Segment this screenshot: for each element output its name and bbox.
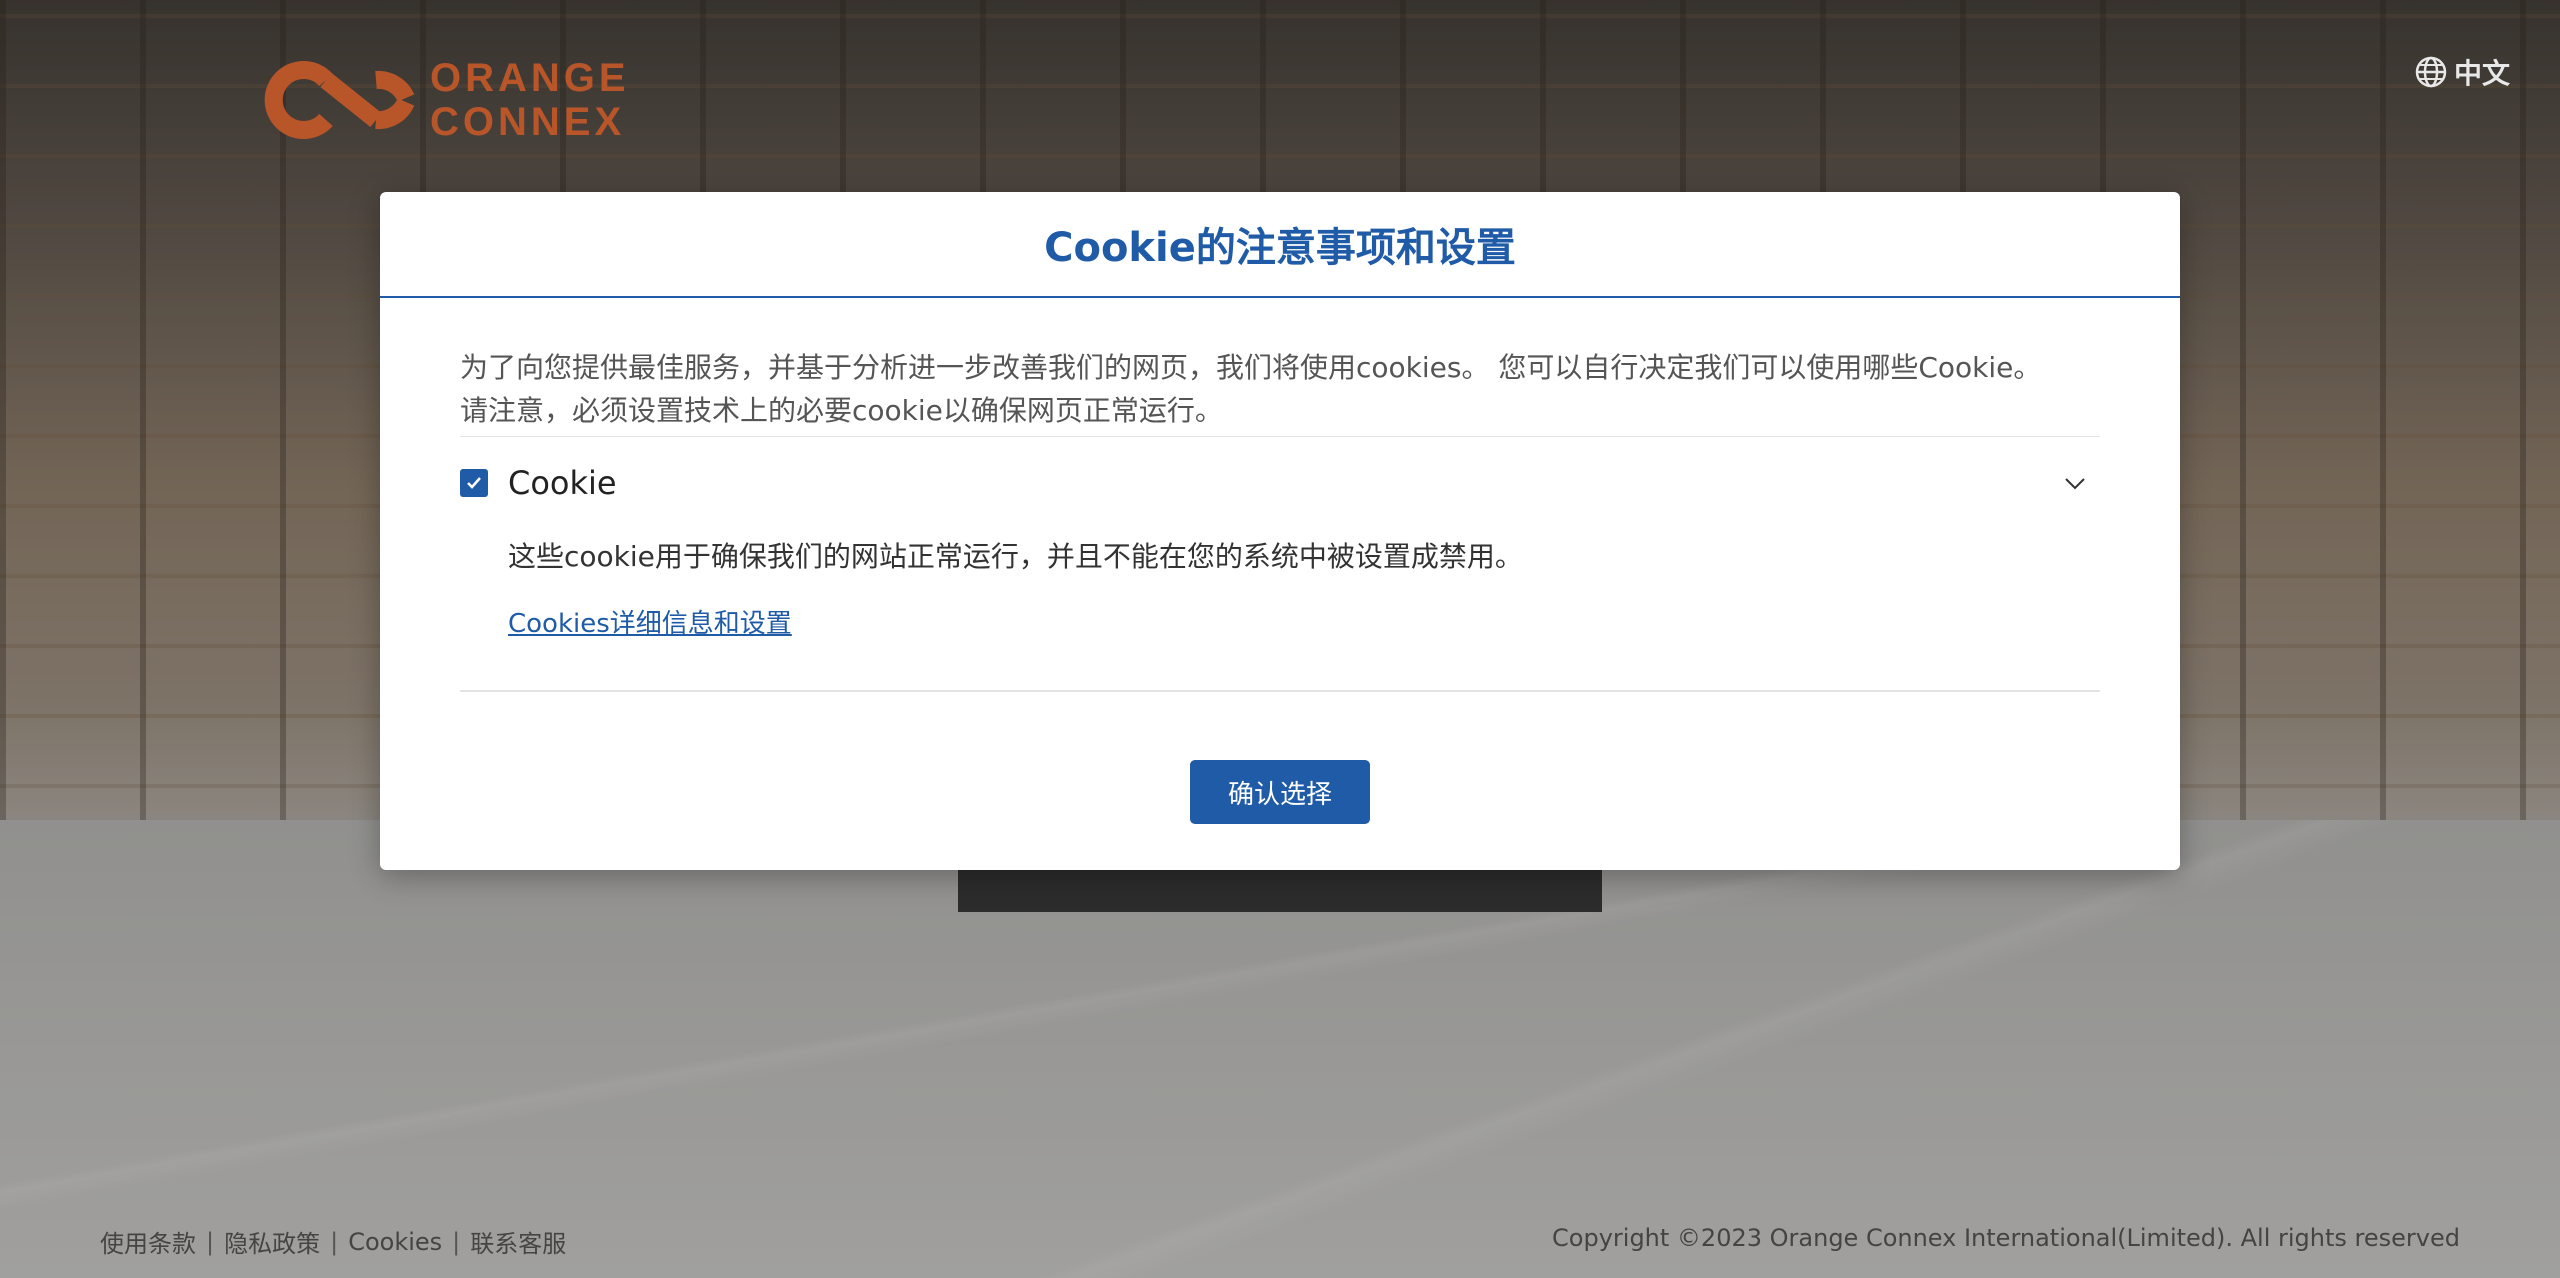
- footer-link-support[interactable]: 联系客服: [470, 1224, 566, 1259]
- dialog-body: 为了向您提供最佳服务，并基于分析进一步改善我们的网页，我们将使用cookies。…: [380, 298, 2180, 824]
- intro-line-1: 为了向您提供最佳服务，并基于分析进一步改善我们的网页，我们将使用cookies。…: [460, 351, 2042, 384]
- footer-link-cookies[interactable]: Cookies: [348, 1228, 442, 1256]
- confirm-selection-button[interactable]: 确认选择: [1190, 760, 1370, 824]
- cookie-category-description: 这些cookie用于确保我们的网站正常运行，并且不能在您的系统中被设置成禁用。: [508, 540, 1523, 573]
- checkmark-icon: [467, 477, 481, 489]
- dialog-title: Cookie的注意事项和设置: [1044, 225, 1516, 271]
- footer-link-privacy[interactable]: 隐私政策: [224, 1224, 320, 1259]
- footer-link-terms[interactable]: 使用条款: [100, 1224, 196, 1259]
- globe-icon: [2415, 56, 2447, 88]
- footer-links: 使用条款 | 隐私政策 | Cookies | 联系客服: [100, 1224, 566, 1259]
- language-label: 中文: [2454, 57, 2511, 90]
- intro-line-2: 请注意，必须设置技术上的必要cookie以确保网页正常运行。: [460, 394, 1223, 427]
- cookie-details-link[interactable]: Cookies详细信息和设置: [508, 603, 792, 640]
- dialog-footer: 确认选择: [460, 760, 2100, 824]
- cookie-category-label: Cookie: [508, 464, 617, 502]
- chevron-down-icon[interactable]: [2060, 468, 2090, 498]
- brand-logo: ORANGE CONNEX: [256, 50, 630, 150]
- cookie-category-section: Cookie 这些cookie用于确保我们的网站正常运行，并且不能在您的系统中被…: [460, 437, 2100, 692]
- language-switcher[interactable]: 中文: [2414, 52, 2510, 92]
- cookie-checkbox[interactable]: [460, 469, 488, 497]
- footer-separator: |: [330, 1227, 339, 1256]
- dialog-header: Cookie的注意事项和设置: [380, 192, 2180, 298]
- footer-separator: |: [452, 1227, 461, 1256]
- login-panel-edge: [958, 868, 1602, 912]
- brand-name: ORANGE CONNEX: [430, 56, 630, 144]
- cookie-consent-dialog: Cookie的注意事项和设置 为了向您提供最佳服务，并基于分析进一步改善我们的网…: [380, 192, 2180, 870]
- cookie-category-row: Cookie: [460, 437, 2100, 529]
- footer-separator: |: [206, 1227, 215, 1256]
- brand-name-line1: ORANGE: [430, 56, 630, 100]
- brand-name-line2: CONNEX: [430, 100, 626, 144]
- cookie-intro-text: 为了向您提供最佳服务，并基于分析进一步改善我们的网页，我们将使用cookies。…: [460, 346, 2100, 437]
- orange-connex-logo-icon: [264, 61, 415, 139]
- copyright-text: Copyright ©2023 Orange Connex Internatio…: [1552, 1224, 2460, 1252]
